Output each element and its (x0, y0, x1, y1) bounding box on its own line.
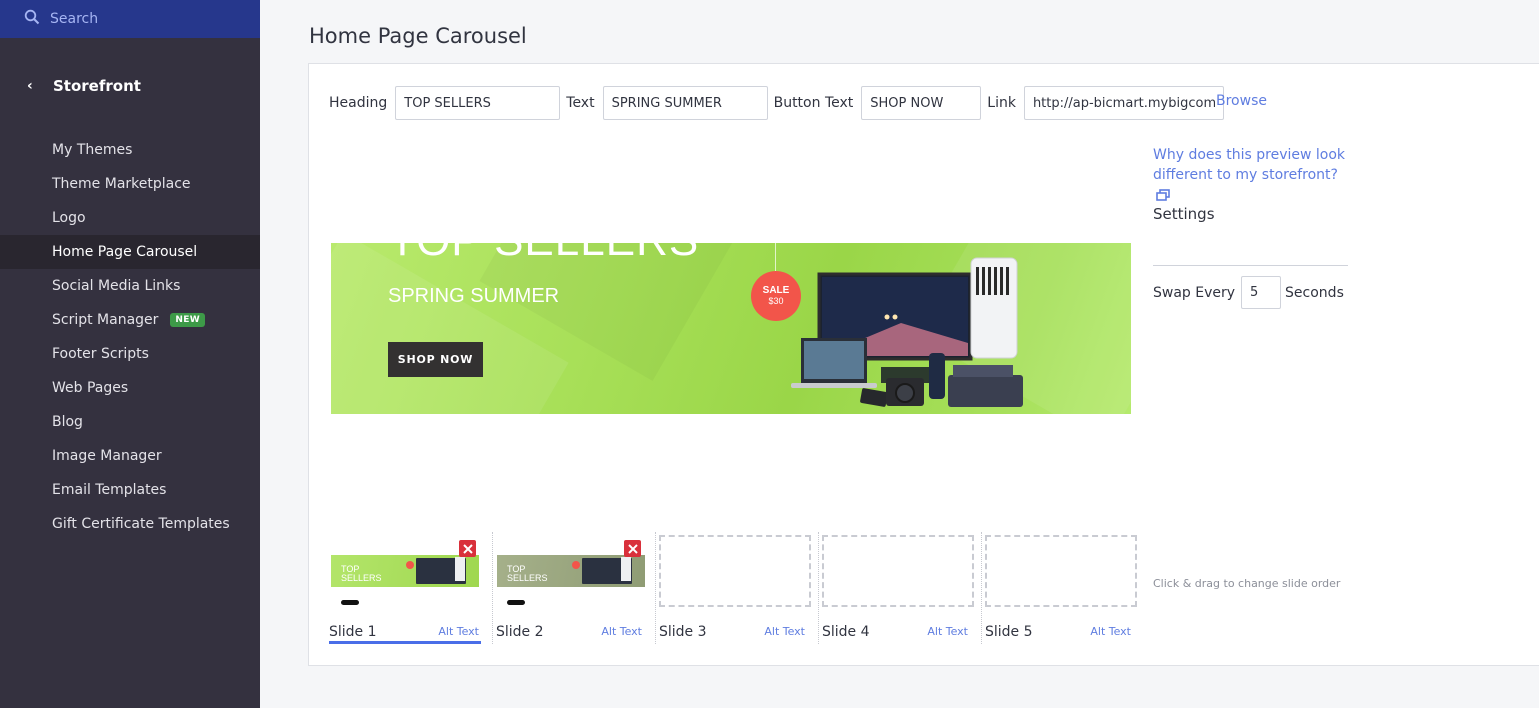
thumbnail-sale-dot (406, 561, 414, 569)
delete-slide-button[interactable] (624, 540, 641, 557)
storefront-back-button[interactable]: ‹ Storefront (0, 74, 260, 98)
sidebar-item-email-templates[interactable]: Email Templates (0, 473, 260, 507)
thumbnail-product (455, 557, 465, 581)
alt-text-link[interactable]: Alt Text (601, 625, 642, 638)
sidebar-item-my-themes[interactable]: My Themes (0, 133, 260, 167)
swap-seconds-input[interactable] (1241, 276, 1282, 309)
empty-slide-dropzone[interactable] (822, 535, 974, 607)
heading-label: Heading (329, 95, 388, 111)
slide-item[interactable]: Slide 3 Alt Text (655, 532, 818, 644)
close-icon (462, 543, 473, 554)
help-link-text: Why does this preview look different to … (1153, 147, 1346, 183)
thumbnail-heading: TOP SELLERS (341, 564, 382, 583)
link-label: Link (987, 95, 1016, 111)
empty-slide-dropzone[interactable] (659, 535, 811, 607)
sidebar-item-theme-marketplace[interactable]: Theme Marketplace (0, 167, 260, 201)
slide-item[interactable]: Slide 5 Alt Text (981, 532, 1144, 644)
page-title: Home Page Carousel (309, 24, 527, 48)
carousel-preview[interactable]: TOP SELLERS SPRING SUMMER SHOP NOW SALE … (331, 243, 1131, 414)
alt-text-link[interactable]: Alt Text (764, 625, 805, 638)
seconds-label: Seconds (1285, 284, 1344, 301)
sidebar-item-label: Home Page Carousel (52, 244, 198, 260)
sidebar-item-label: Script Manager (52, 312, 159, 328)
alt-text-link[interactable]: Alt Text (927, 625, 968, 638)
swap-interval-row: Swap Every Seconds (1153, 276, 1344, 309)
sidebar-item-label: Web Pages (52, 380, 129, 396)
alt-text-link[interactable]: Alt Text (438, 625, 479, 638)
sale-tag-string (775, 243, 776, 271)
slide-label[interactable]: Slide 2 (496, 624, 544, 640)
button-text-label: Button Text (773, 95, 854, 111)
slide-item[interactable]: TOP SELLERS Slide 1 Alt Text (329, 532, 492, 644)
external-link-icon (1156, 187, 1170, 207)
preview-heading: TOP SELLERS (389, 243, 699, 266)
slide-label[interactable]: Slide 4 (822, 624, 870, 640)
delete-slide-button[interactable] (459, 540, 476, 557)
sidebar-item-gift-certificate-templates[interactable]: Gift Certificate Templates (0, 507, 260, 541)
swap-every-label: Swap Every (1153, 284, 1236, 301)
sidebar-item-label: Theme Marketplace (52, 176, 191, 192)
sidebar-item-social-media-links[interactable]: Social Media Links (0, 269, 260, 303)
sidebar-item-label: Social Media Links (52, 278, 181, 294)
settings-title: Settings (1153, 205, 1215, 223)
slide-thumbnail[interactable]: TOP SELLERS (497, 555, 645, 587)
sidebar-item-label: Footer Scripts (52, 346, 149, 362)
sidebar-item-label: Blog (52, 414, 83, 430)
sidebar: Search ‹ Storefront My Themes Theme Mark… (0, 0, 260, 708)
thumbnail-product (621, 557, 631, 581)
heading-input[interactable] (395, 86, 561, 120)
slide-item[interactable]: Slide 4 Alt Text (818, 532, 981, 644)
search-bar[interactable]: Search (0, 0, 260, 38)
slide-item[interactable]: TOP SELLERS Slide 2 Alt Text (492, 532, 655, 644)
sidebar-item-script-manager[interactable]: Script Manager NEW (0, 303, 260, 337)
search-icon (24, 9, 40, 29)
thumbnail-heading: TOP SELLERS (507, 564, 548, 583)
sidebar-nav: My Themes Theme Marketplace Logo Home Pa… (0, 133, 260, 541)
sidebar-item-logo[interactable]: Logo (0, 201, 260, 235)
sidebar-item-image-manager[interactable]: Image Manager (0, 439, 260, 473)
thumbnail-sale-dot (572, 561, 580, 569)
thumbnail-button-preview (341, 600, 359, 605)
text-label: Text (566, 95, 595, 111)
sidebar-item-label: Logo (52, 210, 86, 226)
preview-text: SPRING SUMMER (388, 285, 560, 307)
link-input[interactable] (1023, 86, 1224, 120)
sidebar-item-label: Email Templates (52, 482, 167, 498)
preview-shop-button[interactable]: SHOP NOW (388, 342, 483, 377)
close-icon (627, 543, 638, 554)
sidebar-item-footer-scripts[interactable]: Footer Scripts (0, 337, 260, 371)
browse-link[interactable]: Browse (1216, 93, 1267, 109)
drag-hint: Click & drag to change slide order (1153, 577, 1341, 590)
new-badge: NEW (170, 313, 205, 327)
slide-label[interactable]: Slide 1 (329, 624, 377, 640)
slide-label[interactable]: Slide 3 (659, 624, 707, 640)
button-text-input[interactable] (861, 86, 982, 120)
slide-thumbnail[interactable]: TOP SELLERS (331, 555, 479, 587)
sidebar-item-label: Gift Certificate Templates (52, 516, 230, 532)
sidebar-item-label: Image Manager (52, 448, 162, 464)
empty-slide-dropzone[interactable] (985, 535, 1137, 607)
selected-slide-indicator (329, 641, 481, 644)
text-input[interactable] (602, 86, 768, 120)
alt-text-link[interactable]: Alt Text (1090, 625, 1131, 638)
slide-list: TOP SELLERS Slide 1 Alt Text TOP SELLERS S… (329, 532, 1144, 644)
section-title: Storefront (53, 77, 141, 95)
preview-help-link[interactable]: Why does this preview look different to … (1153, 145, 1353, 207)
electronics-products-image (791, 257, 1023, 407)
search-placeholder: Search (50, 11, 99, 27)
thumbnail-button-preview (507, 600, 525, 605)
settings-divider (1153, 265, 1348, 266)
slide-fields-row: Heading Text Button Text Link (329, 86, 1230, 120)
sidebar-item-home-page-carousel[interactable]: Home Page Carousel (0, 235, 260, 269)
chevron-left-icon: ‹ (27, 78, 33, 94)
sidebar-item-label: My Themes (52, 142, 133, 158)
sidebar-item-web-pages[interactable]: Web Pages (0, 371, 260, 405)
sidebar-item-blog[interactable]: Blog (0, 405, 260, 439)
slide-label[interactable]: Slide 5 (985, 624, 1033, 640)
